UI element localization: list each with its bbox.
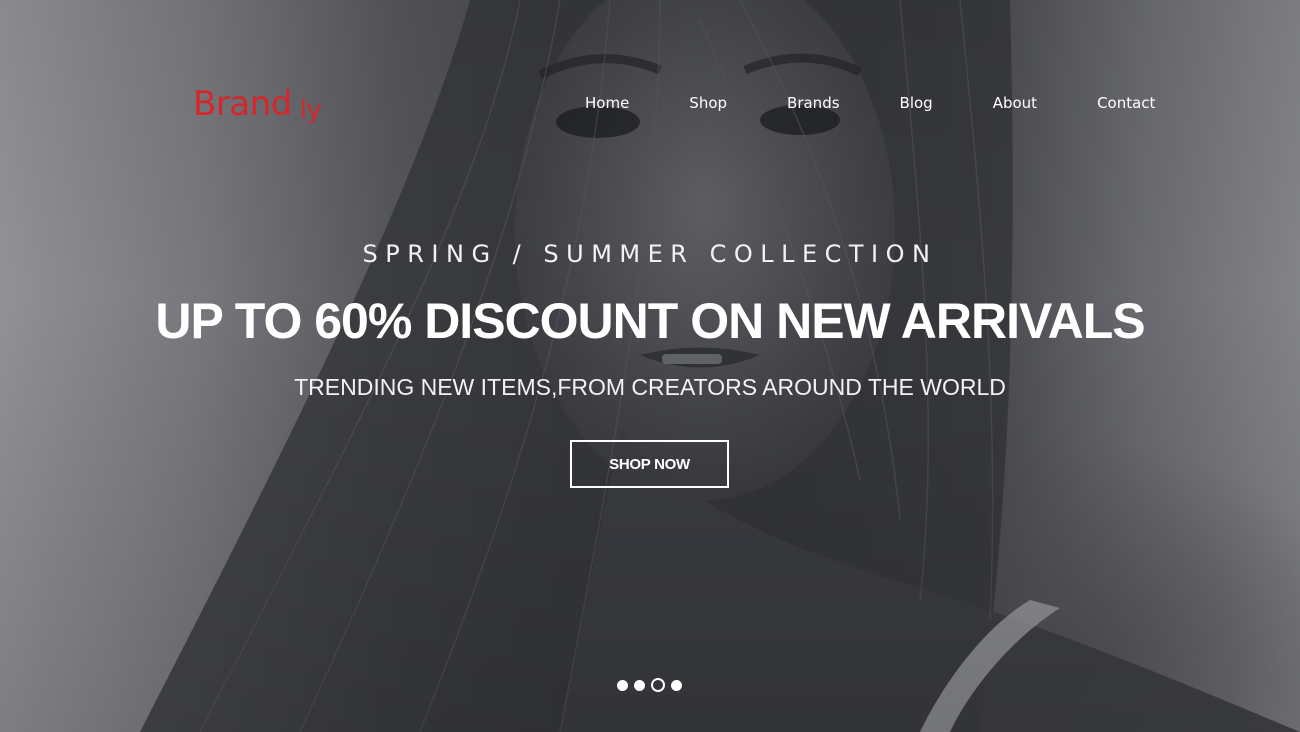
shop-now-button[interactable]: SHOP NOW [570,440,729,488]
slider-dot-2[interactable] [634,679,645,691]
hero-subheadline: TRENDING NEW ITEMS,FROM CREATORS AROUND … [294,374,1006,400]
hero-eyebrow: SPRING / SUMMER COLLECTION [362,240,938,268]
slider-dot-3-active[interactable] [651,678,665,692]
hero-headline: UP TO 60% DISCOUNT ON NEW ARRIVALS [155,293,1145,349]
hero-content: SPRING / SUMMER COLLECTION UP TO 60% DIS… [0,0,1300,732]
slider-dot-1[interactable] [617,679,628,691]
slider-dot-4[interactable] [671,679,682,691]
slider-pagination [617,678,682,692]
hero-banner: Brand ly Home Shop Brands Blog About Cont… [0,0,1300,732]
